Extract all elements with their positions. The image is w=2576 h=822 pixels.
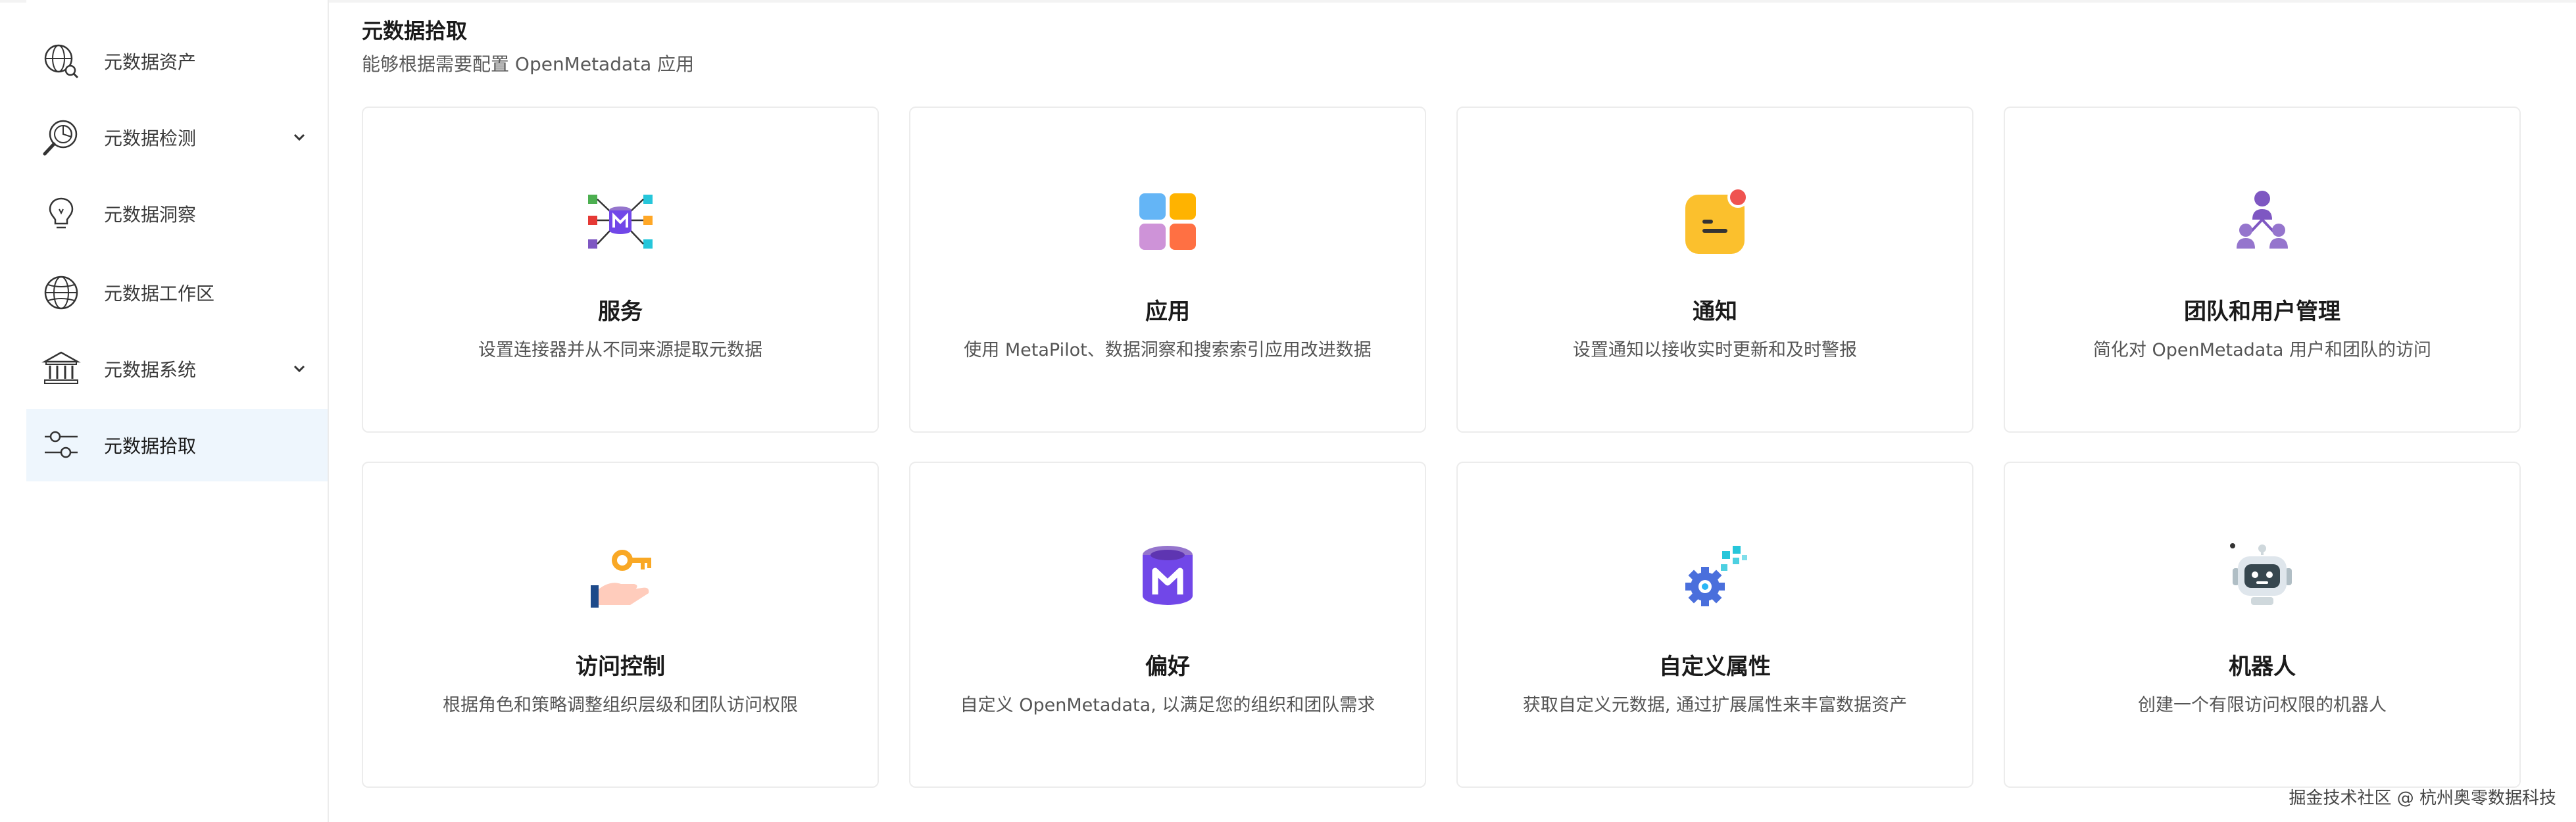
page-subtitle: 能够根据需要配置 OpenMetadata 应用 <box>362 53 695 75</box>
globe-search-icon <box>41 41 82 82</box>
bank-building-icon <box>41 349 82 389</box>
card-title: 团队和用户管理 <box>2184 299 2341 325</box>
team-users-icon <box>2237 191 2288 249</box>
card-preferences[interactable]: 偏好 自定义 OpenMetadata, 以满足您的组织和团队需求 <box>909 462 1426 788</box>
card-title: 应用 <box>1145 299 1190 325</box>
card-team-user-management[interactable]: 团队和用户管理 简化对 OpenMetadata 用户和团队的访问 <box>2004 107 2521 433</box>
sidebar: 元数据资产 元数据检测 元数据洞察 元数据工作区 元数据系统 元数据拾取 <box>26 0 329 822</box>
openmetadata-logo-icon <box>1143 546 1193 605</box>
card-title: 访问控制 <box>576 654 665 680</box>
watermark: 掘金技术社区 @ 杭州奥零数据科技 <box>2289 788 2556 808</box>
card-description: 自定义 OpenMetadata, 以满足您的组织和团队需求 <box>960 695 1375 715</box>
chevron-down-icon[interactable] <box>291 360 308 377</box>
card-services[interactable]: 服务 设置连接器并从不同来源提取元数据 <box>362 107 879 433</box>
apps-grid-icon <box>1139 193 1196 250</box>
sliders-icon <box>41 425 82 466</box>
card-title: 自定义属性 <box>1659 654 1771 680</box>
sidebar-item-label: 元数据拾取 <box>104 435 197 457</box>
card-access-control[interactable]: 访问控制 根据角色和策略调整组织层级和团队访问权限 <box>362 462 879 788</box>
card-notifications[interactable]: 通知 设置通知以接收实时更新和及时警报 <box>1456 107 1973 433</box>
sidebar-item-label: 元数据洞察 <box>104 204 197 226</box>
card-description: 创建一个有限访问权限的机器人 <box>2138 695 2387 715</box>
globe-icon <box>41 272 82 313</box>
lightbulb-icon <box>41 193 82 234</box>
card-description: 设置通知以接收实时更新和及时警报 <box>1573 340 1857 360</box>
card-description: 获取自定义元数据, 通过扩展属性来丰富数据资产 <box>1522 695 1908 715</box>
card-title: 通知 <box>1693 299 1737 325</box>
gear-pixels-icon <box>1685 546 1747 606</box>
sidebar-item-label: 元数据工作区 <box>104 283 215 304</box>
sidebar-item-ingestion[interactable]: 元数据拾取 <box>26 409 328 481</box>
sidebar-item-workspace[interactable]: 元数据工作区 <box>26 256 328 329</box>
sidebar-item-system[interactable]: 元数据系统 <box>26 333 328 405</box>
sidebar-item-label: 元数据检测 <box>104 128 197 149</box>
card-bots[interactable]: 机器人 创建一个有限访问权限的机器人 <box>2004 462 2521 788</box>
card-title: 偏好 <box>1145 654 1190 680</box>
card-title: 机器人 <box>2229 654 2296 680</box>
sidebar-item-label: 元数据资产 <box>104 51 197 73</box>
sidebar-item-assets[interactable]: 元数据资产 <box>26 25 328 97</box>
sidebar-item-label: 元数据系统 <box>104 359 197 381</box>
card-custom-properties[interactable]: 自定义属性 获取自定义元数据, 通过扩展属性来丰富数据资产 <box>1456 462 1973 788</box>
card-description: 使用 MetaPilot、数据洞察和搜索索引应用改进数据 <box>964 340 1372 360</box>
top-border <box>0 0 2576 3</box>
sidebar-item-observability[interactable]: 元数据检测 <box>26 101 328 174</box>
card-description: 设置连接器并从不同来源提取元数据 <box>478 340 762 360</box>
services-network-icon <box>588 195 653 249</box>
sidebar-item-insights[interactable]: 元数据洞察 <box>26 178 328 250</box>
key-hand-icon <box>591 550 651 608</box>
chevron-down-icon[interactable] <box>291 129 308 146</box>
page-title: 元数据拾取 <box>362 18 468 43</box>
magnifier-chart-icon <box>41 117 82 158</box>
card-description: 根据角色和策略调整组织层级和团队访问权限 <box>443 695 798 715</box>
card-description: 简化对 OpenMetadata 用户和团队的访问 <box>2093 340 2432 360</box>
notification-message-icon <box>1685 187 1748 254</box>
card-apps[interactable]: 应用 使用 MetaPilot、数据洞察和搜索索引应用改进数据 <box>909 107 1426 433</box>
robot-icon <box>2230 543 2292 605</box>
card-title: 服务 <box>598 299 643 325</box>
